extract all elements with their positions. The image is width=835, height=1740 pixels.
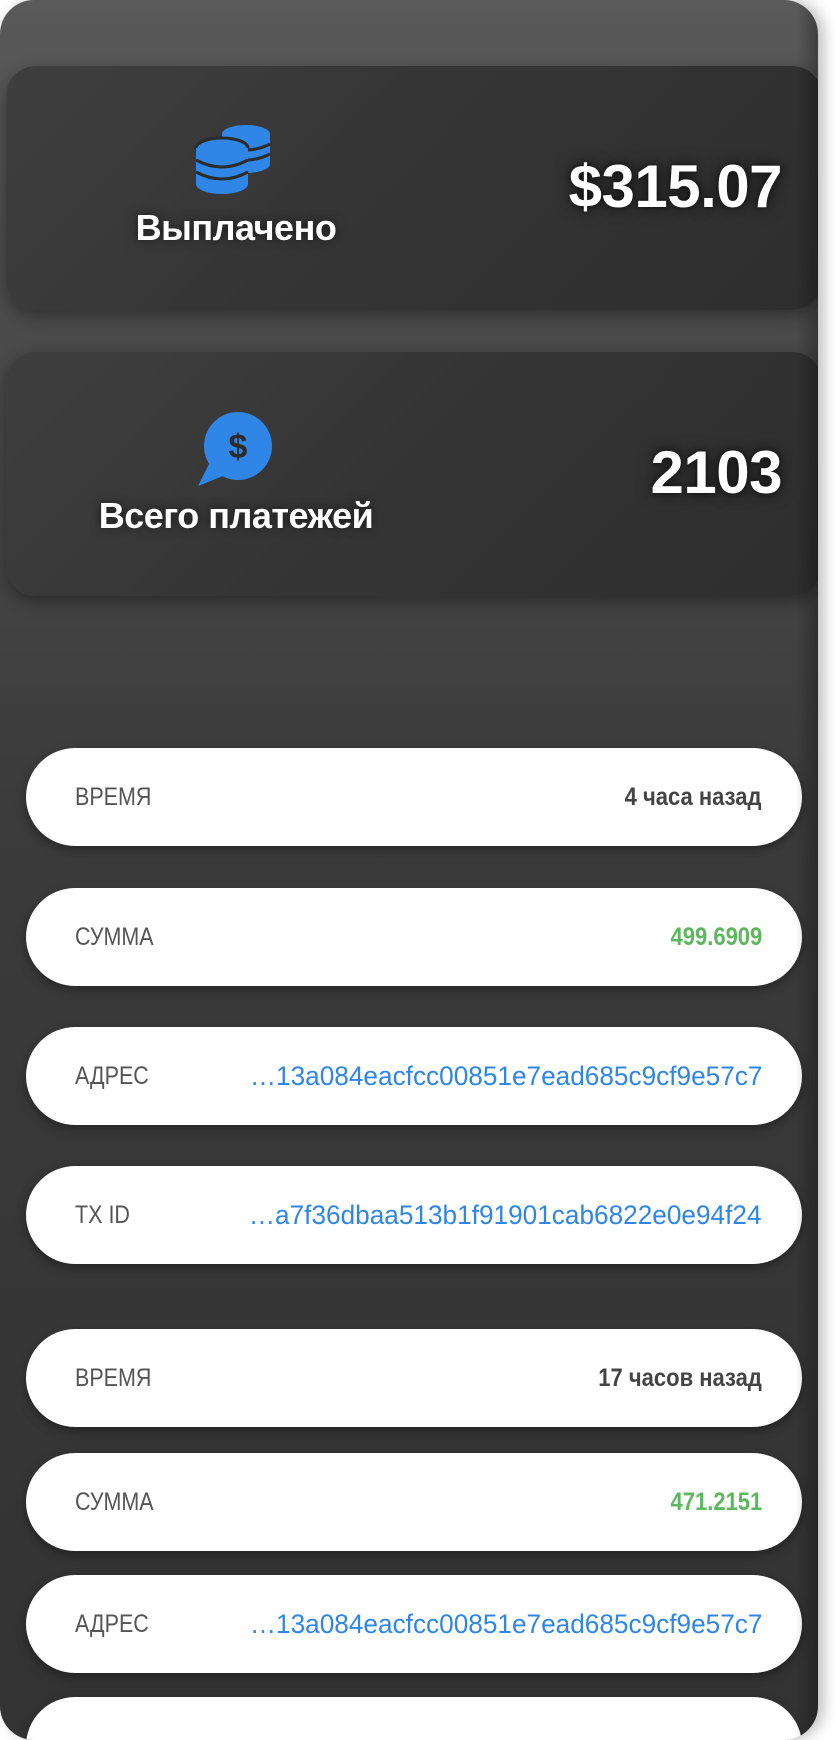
address-link[interactable]: …13a084eacfcc00851e7ead685c9cf9e57c7 [249, 1575, 762, 1673]
amount-value: 471.2151 [670, 1488, 762, 1516]
payment-amount-row: СУММА 499.6909 [26, 888, 802, 986]
txid-label: TX ID [75, 1201, 130, 1229]
total-payments-label: Всего платежей [98, 495, 374, 536]
coins-stack-icon [194, 125, 271, 194]
address-link[interactable]: …13a084eacfcc00851e7ead685c9cf9e57c7 [249, 1027, 762, 1125]
total-payments-value: 2103 [650, 439, 783, 506]
address-label: АДРЕС [75, 1610, 149, 1638]
total-payments-card: $ Всего платежей 2103 [6, 352, 818, 596]
amount-value: 499.6909 [670, 923, 762, 951]
payment-txid-row-partial [26, 1697, 802, 1740]
paid-out-value: $315.07 [568, 153, 783, 220]
payment-amount-row: СУММА 471.2151 [26, 1453, 802, 1551]
time-value: 4 часа назад [625, 783, 762, 811]
payment-address-row: АДРЕС …13a084eacfcc00851e7ead685c9cf9e57… [26, 1027, 802, 1125]
paid-out-card: Выплачено $315.07 [6, 66, 818, 310]
amount-label: СУММА [75, 1488, 154, 1516]
dollar-chat-bubble-icon: $ [198, 412, 272, 486]
address-label: АДРЕС [75, 1062, 149, 1090]
time-label: ВРЕМЯ [75, 1364, 152, 1392]
time-value: 17 часов назад [598, 1364, 762, 1392]
payouts-panel: Выплачено $315.07 $ Всего платежей 2103 … [0, 0, 818, 1740]
payment-txid-row: TX ID …a7f36dbaa513b1f91901cab6822e0e94f… [26, 1166, 802, 1264]
amount-label: СУММА [75, 923, 154, 951]
payment-time-row: ВРЕМЯ 17 часов назад [26, 1329, 802, 1427]
paid-out-label: Выплачено [135, 207, 337, 248]
payment-time-row: ВРЕМЯ 4 часа назад [26, 748, 802, 846]
payment-address-row: АДРЕС …13a084eacfcc00851e7ead685c9cf9e57… [26, 1575, 802, 1673]
txid-link[interactable]: …a7f36dbaa513b1f91901cab6822e0e94f24 [249, 1166, 762, 1264]
time-label: ВРЕМЯ [75, 783, 152, 811]
svg-text:$: $ [229, 428, 248, 466]
